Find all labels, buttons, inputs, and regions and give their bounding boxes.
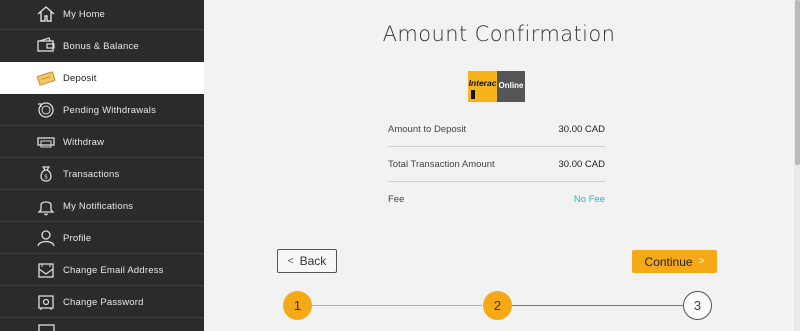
sidebar-item-transactions[interactable]: $ Transactions: [0, 158, 204, 190]
sidebar-item-label: Transactions: [63, 168, 120, 180]
bell-icon: [37, 201, 55, 216]
sidebar-item-my-notifications[interactable]: My Notifications: [0, 190, 204, 222]
row-value: 30.00 CAD: [558, 159, 605, 170]
summary-row-total: Total Transaction Amount 30.00 CAD: [388, 159, 605, 195]
svg-text:$: $: [44, 174, 48, 181]
deposit-icon: [36, 71, 56, 86]
sidebar-item-label: Bonus & Balance: [63, 40, 139, 52]
row-label: Amount to Deposit: [388, 124, 467, 135]
step-1: 1: [283, 291, 312, 320]
scrollbar-thumb[interactable]: [795, 0, 800, 165]
sidebar-item-label: Profile: [63, 232, 92, 244]
continue-button-label: Continue: [644, 254, 693, 269]
sidebar-item-withdraw[interactable]: Withdraw: [0, 126, 204, 158]
sidebar-item-bonus-balance[interactable]: Bonus & Balance: [0, 30, 204, 62]
money-bag-icon: $: [40, 166, 52, 182]
sidebar-item-label: Deposit: [63, 72, 97, 84]
stepper-track-complete: [312, 305, 482, 306]
sidebar-item-label: My Notifications: [63, 200, 134, 212]
withdraw-icon: [37, 137, 55, 148]
sidebar-item-label: My Home: [63, 8, 106, 20]
summary-row-amount: Amount to Deposit 30.00 CAD: [388, 124, 605, 160]
row-label: Fee: [388, 194, 405, 205]
interac-online-logo: Interac Online: [468, 71, 525, 102]
sidebar-item-label: Pending Withdrawals: [63, 104, 157, 116]
sidebar-item-deposit[interactable]: Deposit: [0, 62, 204, 94]
user-icon: [37, 230, 55, 247]
stepper-track-pending: [511, 305, 683, 306]
sidebar-item-my-home[interactable]: My Home: [0, 0, 204, 30]
row-divider: [388, 146, 605, 147]
safe-icon: [38, 295, 54, 310]
home-icon: [37, 6, 55, 22]
logo-left-text: Interac: [469, 78, 497, 88]
row-divider: [388, 181, 605, 182]
sidebar-item-change-password[interactable]: Change Password: [0, 286, 204, 318]
sidebar-item-profile[interactable]: Profile: [0, 222, 204, 254]
step-2: 2: [483, 291, 512, 320]
sidebar-divider: [0, 317, 204, 318]
pending-withdrawals-icon: [38, 102, 54, 118]
page-title: Amount Confirmation: [382, 22, 616, 46]
sidebar-item-pending-withdrawals[interactable]: Pending Withdrawals: [0, 94, 204, 126]
sidebar-item-label: Change Email Address: [63, 264, 164, 276]
row-label: Total Transaction Amount: [388, 159, 495, 170]
sidebar: My Home Bonus & Balance Deposit Pending …: [0, 0, 204, 331]
back-button[interactable]: < Back: [277, 249, 337, 273]
back-button-label: Back: [299, 254, 327, 268]
summary-row-fee: Fee No Fee: [388, 194, 605, 230]
sidebar-item-label: Withdraw: [63, 136, 105, 148]
chevron-right-icon: >: [698, 256, 705, 267]
main-content: Amount Confirmation Interac Online Amoun…: [204, 0, 794, 331]
row-value: 30.00 CAD: [558, 124, 605, 135]
partial-menu-icon: [38, 324, 55, 331]
chevron-left-icon: <: [287, 255, 294, 267]
row-value: No Fee: [573, 194, 605, 205]
sidebar-item-change-email[interactable]: Change Email Address: [0, 254, 204, 286]
sidebar-item-label: Change Password: [63, 296, 144, 308]
wallet-icon: [37, 37, 55, 52]
logo-right-text: Online: [499, 81, 524, 90]
step-3: 3: [683, 291, 712, 320]
continue-button[interactable]: Continue >: [632, 250, 717, 273]
envelope-icon: [38, 263, 54, 278]
